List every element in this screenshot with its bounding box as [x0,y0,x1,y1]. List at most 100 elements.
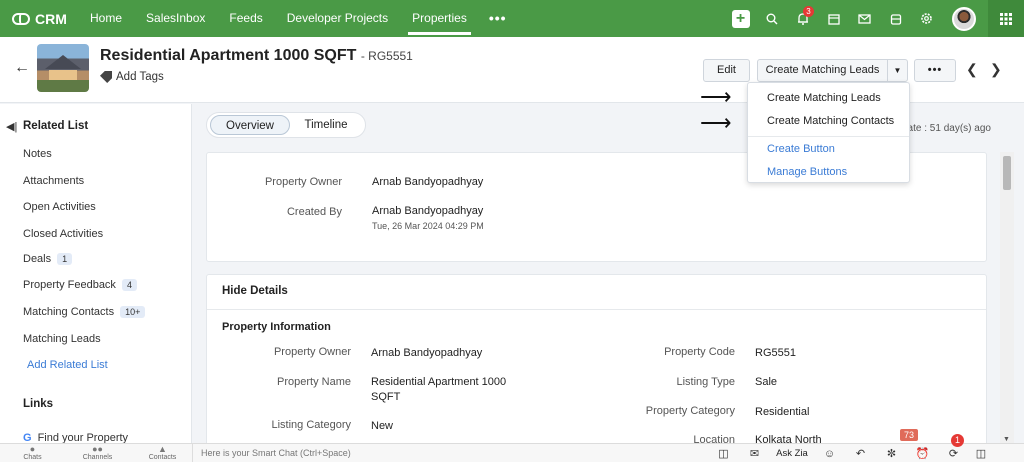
bottom-bar: ● Chats ●● Channels ▲ Contacts Here is your… [0,443,1024,462]
next-record-icon[interactable]: ❯ [990,61,1002,78]
chats-label: Chats [23,454,42,461]
app-name: CRM [35,10,67,27]
calendar-icon[interactable] [818,0,849,37]
sidebar-item-open-activities[interactable]: Open Activities [23,201,96,213]
plus-icon: + [731,9,750,28]
megaphone-icon[interactable]: ✉ [739,447,770,460]
tag-icon [100,71,112,83]
zia-icon[interactable]: ☺ [814,448,845,460]
crm-logo[interactable]: CRM [0,11,78,27]
property-owner-value[interactable]: Arnab Bandyopadhyay [372,176,483,188]
more-actions-button[interactable]: ••• [914,59,956,82]
channels-icon: ●● [92,444,103,454]
sidebar-item-matching-contacts[interactable]: Matching Contacts 10+ [23,306,146,318]
menu-item-manage-buttons[interactable]: Manage Buttons [767,166,847,178]
field-label: Property Code [664,346,735,358]
bell-icon[interactable]: 3 [787,0,818,37]
recent-items-icon[interactable]: ⟳ [938,447,969,460]
sidebar-item-label: Closed Activities [23,228,104,240]
menu-item-create-matching-contacts[interactable]: Create Matching Contacts [767,115,894,127]
sidebar-item-matching-leads[interactable]: Matching Leads [23,333,101,345]
created-by-value[interactable]: Arnab Bandyopadhyay [372,205,483,217]
search-icon[interactable] [756,0,787,37]
screen-share-icon[interactable]: ◫ [708,447,739,460]
nav-developer-projects[interactable]: Developer Projects [275,0,400,37]
create-matching-dropdown: Create Matching Leads Create Matching Co… [747,82,910,183]
collapse-sidebar-icon[interactable]: ◀| [6,120,17,133]
create-matching-leads-button[interactable]: Create Matching Leads [757,59,888,82]
apps-grid-icon[interactable] [988,0,1024,37]
tab-overview[interactable]: Overview [210,115,290,135]
translate-icon[interactable]: ✼ [876,447,907,460]
created-time: Tue, 26 Mar 2024 04:29 PM [372,221,484,231]
previous-record-icon[interactable]: ❮ [966,61,978,78]
field-value[interactable]: Residential [755,406,809,418]
field-value[interactable]: New [371,420,393,432]
history-icon[interactable]: ↶ [845,447,876,460]
nav-home[interactable]: Home [78,0,134,37]
record-title: Residential Apartment 1000 SQFT - RG5551 [100,47,413,65]
scrollbar[interactable]: ▼ [1000,152,1014,443]
back-arrow-icon[interactable]: ← [14,59,30,77]
related-list-title: Related List [23,120,89,132]
property-thumbnail[interactable] [37,44,89,92]
sidebar-item-notes[interactable]: Notes [23,148,52,160]
add-tags-label: Add Tags [116,71,164,83]
nav-feeds[interactable]: Feeds [217,0,274,37]
sidebar-item-label: Matching Leads [23,333,101,345]
ask-zia-button[interactable]: Ask Zia [770,448,814,459]
count-badge: 4 [121,279,137,291]
menu-item-create-button[interactable]: Create Button [767,143,835,155]
mail-icon[interactable] [849,0,880,37]
field-label: Property Category [645,405,735,417]
field-value[interactable]: Residential Apartment 1000 [371,376,506,388]
sidebar-item-label: Notes [23,148,52,160]
sidebar-item-attachments[interactable]: Attachments [23,175,84,187]
sidebar-item-label: Matching Contacts [23,306,115,318]
scroll-down-icon[interactable]: ▼ [1003,436,1010,443]
record-code: - RG5551 [360,49,413,63]
sidebar-item-label: Attachments [23,175,85,187]
top-nav: CRM Home SalesInbox Feeds Developer Proj… [0,0,1024,37]
sidebar-item-closed-activities[interactable]: Closed Activities [23,228,103,240]
quick-create-button[interactable]: + [725,0,756,37]
record-title-text: Residential Apartment 1000 SQFT [100,47,357,64]
count-badge: 10+ [120,306,146,318]
section-title: Property Information [222,321,331,333]
contacts-button[interactable]: ▲ Contacts [130,444,195,462]
divider [748,136,909,137]
gear-icon[interactable] [911,0,942,37]
links-title: Links [23,398,54,410]
last-update-text: date : 51 day(s) ago [902,123,991,134]
smart-chat-input[interactable]: Here is your Smart Chat (Ctrl+Space) [192,444,702,462]
nav-more-icon[interactable]: ••• [479,0,517,37]
sidebar-item-deals[interactable]: Deals 1 [23,253,73,265]
scrollbar-thumb[interactable] [1003,156,1011,190]
channels-button[interactable]: ●● Channels [65,444,130,462]
chevron-down-icon[interactable]: ▼ [887,59,908,82]
chats-button[interactable]: ● Chats [0,444,65,462]
arrow-right-icon: ⟶ [700,84,732,109]
menu-item-create-matching-leads[interactable]: Create Matching Leads [767,92,881,104]
avatar[interactable] [952,6,976,31]
field-value[interactable]: Arnab Bandyopadhyay [371,347,482,359]
field-label: Property Name [277,376,351,388]
hide-details-toggle[interactable]: Hide Details [222,285,288,297]
field-label: Property Owner [273,346,351,358]
add-related-list-link[interactable]: Add Related List [27,359,108,371]
edit-button[interactable]: Edit [703,59,750,82]
field-label: Property Owner [264,176,342,188]
channels-label: Channels [82,454,113,461]
tab-timeline[interactable]: Timeline [295,115,357,135]
alarm-clock-icon[interactable]: ⏰ [907,447,938,460]
notes-icon[interactable]: ◫ [969,447,993,460]
add-tags-button[interactable]: Add Tags [100,71,164,83]
nav-salesinbox[interactable]: SalesInbox [134,0,217,37]
field-value[interactable]: RG5551 [755,347,796,359]
field-value[interactable]: Sale [755,376,777,388]
sidebar-item-property-feedback[interactable]: Property Feedback 4 [23,279,137,291]
nav-properties[interactable]: Properties [400,0,479,37]
sidebar-item-label: Deals [23,253,52,265]
store-icon[interactable] [880,0,911,37]
arrow-right-icon: ⟶ [700,110,732,135]
